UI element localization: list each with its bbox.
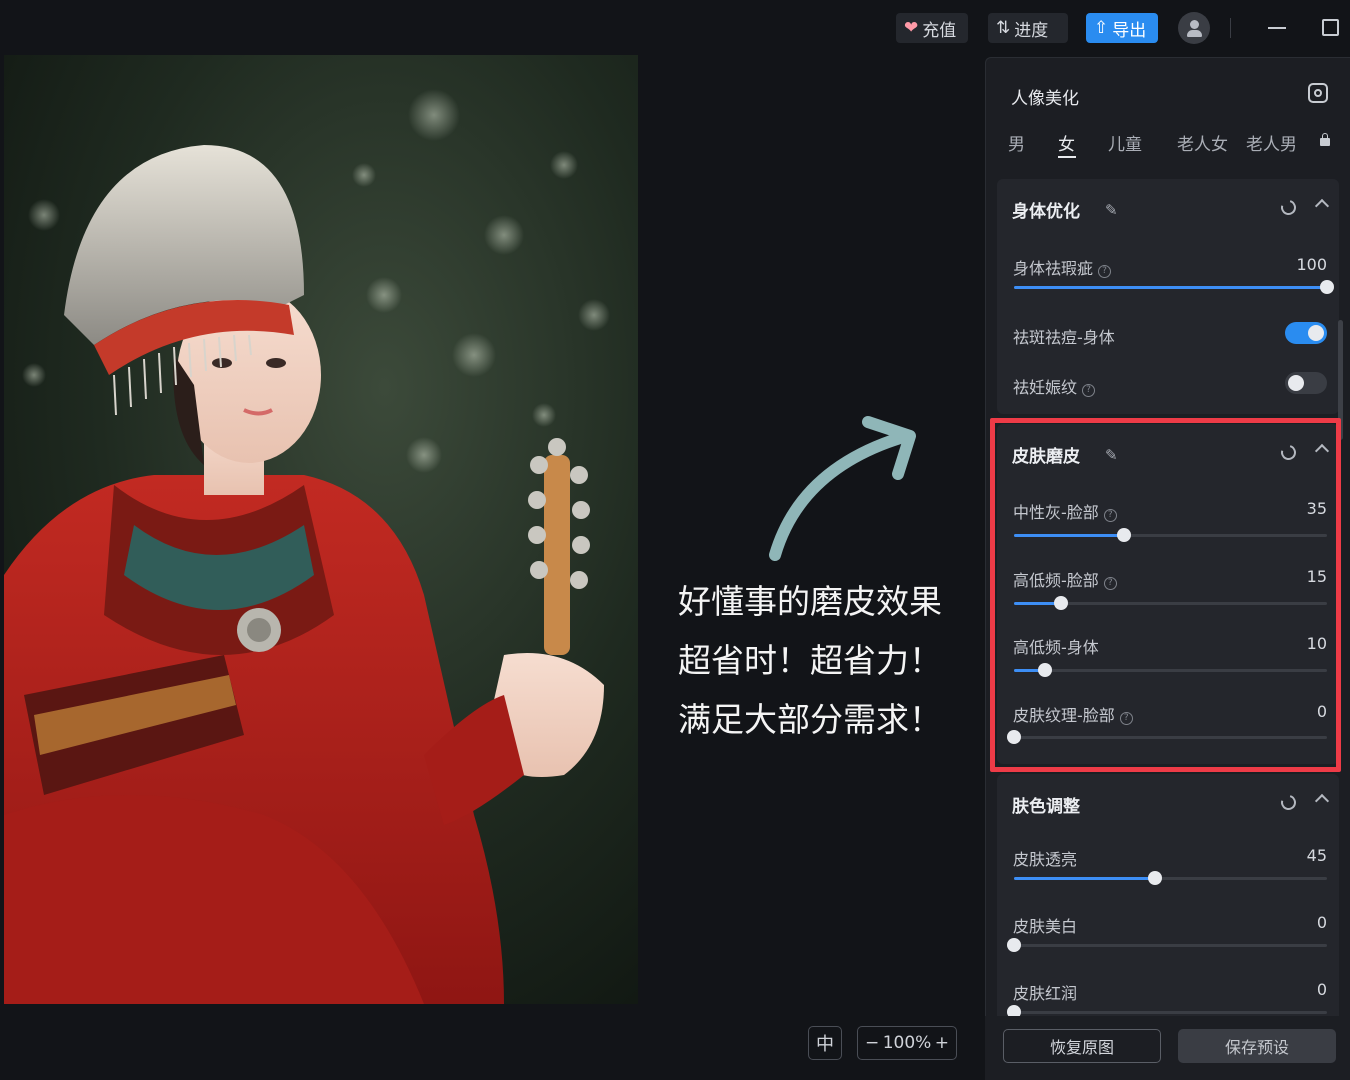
tab-children[interactable]: 儿童 [1108,130,1142,155]
brush-icon[interactable]: ✎ [1105,201,1121,219]
zoom-level: 100% [882,1033,932,1053]
maximize-icon[interactable] [1322,19,1339,36]
panel-title: 人像美化 [1011,89,1079,109]
avatar[interactable] [1178,12,1210,44]
row-value: 0 [1316,913,1327,932]
user-icon [1189,20,1199,29]
chevron-up-icon[interactable] [1314,198,1330,214]
skin-whitening-slider[interactable] [1007,938,1327,952]
photo-canvas[interactable] [4,55,638,1004]
recharge-label: 充值 [922,20,957,41]
divider [1230,18,1231,38]
top-bar: ❤ 充值 ⇅ 进度 ⇧ 导出 [0,0,1350,56]
sort-icon: ⇅ [996,17,1011,38]
annotation-text: 好懂事的磨皮效果 超省时！超省力！ 满足大部分需求！ [678,572,978,749]
export-button[interactable]: ⇧ 导出 [1086,13,1158,43]
stretch-mark-toggle[interactable] [1285,372,1327,394]
curved-arrow-icon [769,416,916,561]
recharge-button[interactable]: ❤ 充值 [896,13,968,43]
reset-icon[interactable] [1278,792,1299,813]
row-value: 45 [1306,846,1327,865]
tab-elderly-male[interactable]: 老人男 [1246,130,1297,155]
skin-rosy-slider[interactable] [1007,1005,1327,1019]
minimize-icon[interactable] [1268,27,1286,29]
restore-original-button[interactable]: 恢复原图 [1003,1029,1161,1063]
lock-icon [1320,133,1330,146]
row-label: 身体祛瑕疵? [1013,255,1112,279]
row-value: 100 [1296,255,1327,274]
panel-footer: 恢复原图 保存预设 [985,1016,1350,1080]
body-blemish-slider[interactable] [1014,280,1334,294]
fit-icon: 中 [816,1034,834,1055]
upload-icon: ⇧ [1094,17,1109,38]
slider-fill [1014,286,1327,289]
row-label: 祛妊娠纹? [1013,374,1096,398]
row-value: 0 [1316,980,1327,999]
row-label: 皮肤红润 [1013,984,1078,1003]
row-label: 祛斑祛痘-身体 [1013,328,1115,347]
zoom-control: − 100% + [857,1026,957,1060]
progress-label: 进度 [1014,20,1049,41]
tab-male[interactable]: 男 [1008,130,1025,155]
help-icon[interactable]: ? [1082,384,1096,397]
fit-view-button[interactable]: 中 [808,1026,842,1060]
skin-clarity-slider[interactable] [1014,871,1327,885]
tab-elderly-female[interactable]: 老人女 [1177,130,1228,155]
reset-icon[interactable] [1278,197,1299,218]
section-title: 肤色调整 [1012,797,1080,817]
save-preset-button[interactable]: 保存预设 [1178,1029,1336,1063]
export-label: 导出 [1112,20,1147,41]
zoom-out-button[interactable]: − [865,1033,879,1053]
row-label: 皮肤透亮 [1013,850,1078,869]
annotation-line: 好懂事的磨皮效果 [678,582,942,621]
chevron-up-icon[interactable] [1314,793,1330,809]
section-body-optimize: 身体优化 ✎ 身体祛瑕疵? 100 祛斑祛痘-身体 祛妊娠纹? [997,179,1339,414]
highlight-frame [990,418,1341,772]
active-tab-indicator [1058,156,1076,158]
row-label: 皮肤美白 [1013,917,1078,936]
help-icon[interactable]: ? [1098,265,1112,278]
face-scan-icon[interactable] [1308,83,1328,103]
portrait-image [4,55,638,1004]
spot-acne-toggle[interactable] [1285,322,1327,344]
progress-button[interactable]: ⇅ 进度 [988,13,1068,43]
zoom-in-button[interactable]: + [935,1033,949,1053]
annotation-line: 满足大部分需求！ [678,700,942,739]
heart-icon: ❤ [904,17,919,38]
section-title: 身体优化 [1012,202,1080,222]
tab-female[interactable]: 女 [1058,130,1075,155]
slider-thumb[interactable] [1320,280,1334,294]
annotation-line: 超省时！超省力！ [678,641,942,680]
